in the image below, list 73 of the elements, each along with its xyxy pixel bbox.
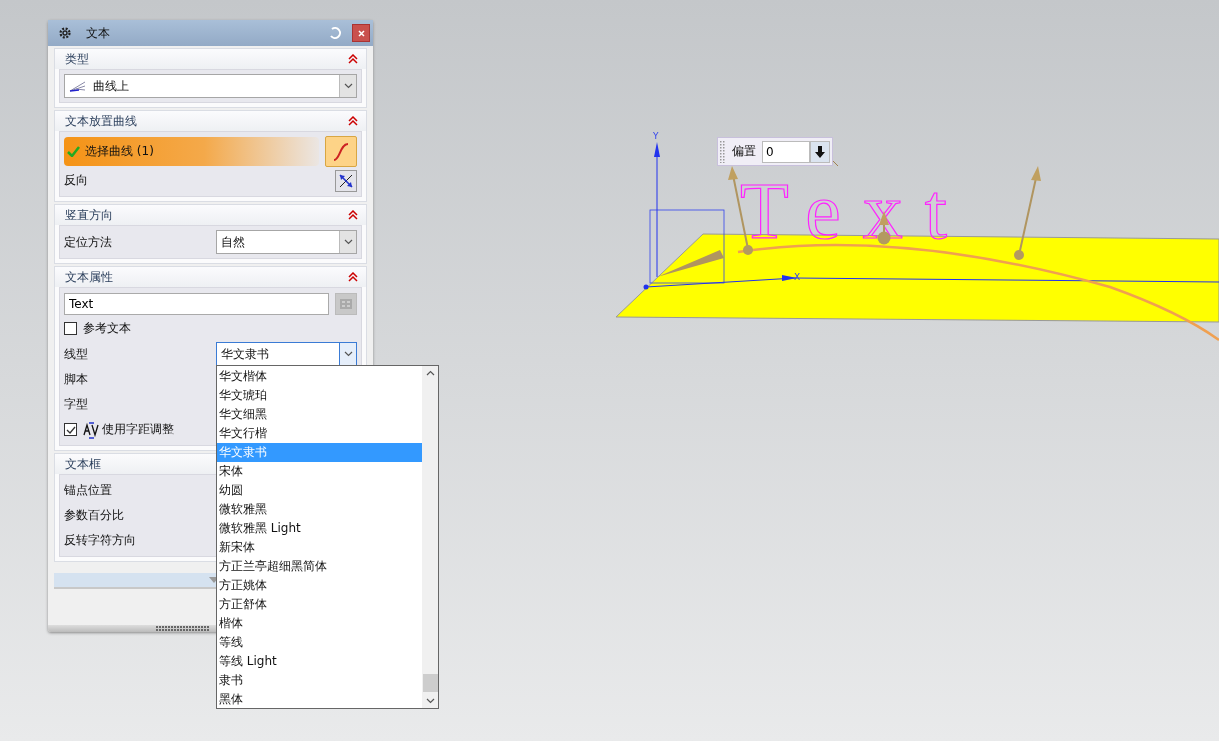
font-option[interactable]: 楷体 bbox=[217, 614, 422, 633]
checkbox-label: 参考文本 bbox=[83, 320, 131, 337]
font-option[interactable]: 微软雅黑 Light bbox=[217, 519, 422, 538]
s-curve-icon bbox=[332, 141, 350, 162]
list-icon bbox=[339, 297, 353, 310]
font-option[interactable]: 华文琥珀 bbox=[217, 386, 422, 405]
section-title: 文本放置曲线 bbox=[65, 112, 137, 130]
dropdown[interactable]: 华文隶书 bbox=[216, 342, 357, 366]
caret-icon bbox=[343, 83, 353, 89]
section-title: 文本框 bbox=[65, 455, 101, 473]
font-option[interactable]: 华文细黑 bbox=[217, 405, 422, 424]
checkbox-label: 使用字距调整 bbox=[102, 421, 174, 438]
field-label: 锚点位置 bbox=[64, 482, 112, 499]
field-label: 脚本 bbox=[64, 371, 88, 388]
kerning-icon bbox=[83, 420, 99, 439]
field-label: 反转字符方向 bbox=[64, 532, 136, 549]
font-option[interactable]: 黑体 bbox=[217, 690, 422, 709]
y-axis-label: Y bbox=[653, 131, 659, 141]
reverse-arrows-icon bbox=[338, 172, 354, 189]
dropdown-value: 华文隶书 bbox=[221, 345, 270, 363]
curve-text-icon bbox=[69, 80, 87, 92]
x-axis-label: X bbox=[794, 272, 801, 282]
font-option[interactable]: 微软雅黑 bbox=[217, 500, 422, 519]
checkbox[interactable] bbox=[64, 423, 77, 436]
scrollbar[interactable] bbox=[422, 366, 438, 708]
close-icon bbox=[357, 29, 365, 37]
font-option[interactable]: 方正舒体 bbox=[217, 595, 422, 614]
font-option[interactable]: 新宋体 bbox=[217, 538, 422, 557]
scroll-thumb[interactable] bbox=[422, 674, 438, 692]
font-option[interactable]: 等线 bbox=[217, 633, 422, 652]
field-label: 字型 bbox=[64, 396, 88, 413]
down-arrow-icon bbox=[815, 145, 825, 158]
caret-icon bbox=[343, 239, 353, 245]
dropdown[interactable]: 自然 bbox=[216, 230, 357, 254]
section-title: 文本属性 bbox=[65, 268, 113, 286]
type-dropdown[interactable]: 曲线上 bbox=[64, 74, 357, 98]
font-option[interactable]: 华文行楷 bbox=[217, 424, 422, 443]
section-title: 类型 bbox=[65, 50, 89, 68]
font-option[interactable]: 隶书 bbox=[217, 671, 422, 690]
font-option[interactable]: 方正姚体 bbox=[217, 576, 422, 595]
font-option[interactable]: 等线 Light bbox=[217, 652, 422, 671]
window-title: 文本 bbox=[86, 24, 110, 42]
field-label: 定位方法 bbox=[64, 233, 112, 251]
close-button[interactable] bbox=[352, 24, 370, 42]
field-label: 反向 bbox=[64, 172, 88, 189]
resize-grip-icon bbox=[156, 626, 209, 631]
scroll-down-icon bbox=[425, 698, 435, 704]
reverse-direction-button[interactable] bbox=[335, 169, 357, 192]
curve-select-button[interactable] bbox=[325, 136, 357, 167]
dropdown-value: 自然 bbox=[221, 233, 246, 251]
field-label: 参数百分比 bbox=[64, 507, 124, 524]
expand-triangle-icon bbox=[209, 577, 219, 583]
font-option[interactable]: 方正兰亭超细黑简体 bbox=[217, 557, 422, 576]
settings-icon bbox=[58, 26, 72, 40]
caret-icon bbox=[343, 351, 353, 357]
drag-grip-icon bbox=[720, 140, 726, 163]
offset-label: 偏置 bbox=[732, 143, 756, 160]
select-curve-bar[interactable]: 选择曲线 (1) bbox=[64, 137, 319, 166]
dropdown-value: 曲线上 bbox=[93, 77, 130, 95]
selection-label: 选择曲线 (1) bbox=[85, 143, 154, 160]
checkbox[interactable] bbox=[64, 322, 77, 335]
font-option[interactable]: 华文楷体 bbox=[217, 367, 422, 386]
scroll-up-icon bbox=[425, 370, 435, 376]
field-label: 线型 bbox=[64, 345, 88, 363]
font-option[interactable]: 幼圆 bbox=[217, 481, 422, 500]
outline-text: Text bbox=[740, 167, 969, 255]
checkmark-icon bbox=[65, 425, 76, 434]
offset-input[interactable]: 0 bbox=[762, 140, 810, 163]
text-input-field[interactable]: Text bbox=[64, 292, 329, 315]
offset-menu-button[interactable] bbox=[810, 140, 830, 163]
section-header[interactable]: 竖直方向 bbox=[55, 205, 366, 225]
section-title: 竖直方向 bbox=[65, 206, 113, 224]
reset-icon bbox=[328, 26, 342, 40]
